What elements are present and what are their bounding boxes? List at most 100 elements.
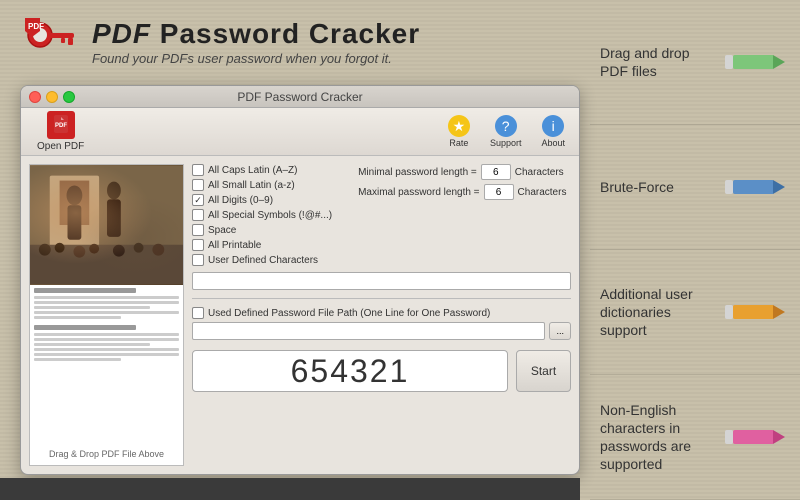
pdf-text-line	[34, 343, 150, 346]
support-label: Support	[490, 138, 522, 148]
pdf-text-line	[34, 325, 136, 330]
pdf-text-line	[34, 338, 179, 341]
feature-drag-drop-text: Drag and drop PDF files	[600, 44, 715, 80]
toolbar-right: ★ Rate ? Support i About	[442, 113, 571, 150]
feature-non-english: Non-English characters in passwords are …	[590, 375, 800, 500]
minimal-length-input[interactable]	[481, 164, 511, 180]
feature-dictionaries: Additional user dictionaries support	[590, 250, 800, 375]
features-panel: Drag and drop PDF files Brute-Force Addi…	[590, 0, 800, 500]
rate-icon: ★	[448, 115, 470, 137]
checkbox-all-special-box[interactable]	[192, 209, 204, 221]
checkbox-all-special[interactable]: All Special Symbols (!@#...)	[192, 209, 332, 221]
about-button[interactable]: i About	[535, 113, 571, 150]
window-titlebar: PDF Password Cracker	[21, 86, 579, 108]
main-window: PDF Password Cracker PDF Open PDF ★ Rate	[20, 85, 580, 475]
checkbox-all-caps-label: All Caps Latin (A–Z)	[208, 165, 297, 176]
open-pdf-label: Open PDF	[37, 141, 84, 152]
maximal-length-unit: Characters	[518, 187, 567, 198]
checkbox-user-defined[interactable]: User Defined Characters	[192, 254, 332, 266]
browse-button[interactable]: ...	[549, 322, 571, 340]
checkbox-space-label: Space	[208, 225, 236, 236]
pencil-blue-wrap	[725, 180, 785, 194]
checkbox-all-caps[interactable]: All Caps Latin (A–Z)	[192, 164, 332, 176]
divider	[192, 298, 571, 299]
checkbox-user-defined-label: User Defined Characters	[208, 255, 318, 266]
about-icon: i	[542, 115, 564, 137]
pdf-preview-content	[30, 165, 183, 447]
checkbox-all-small[interactable]: All Small Latin (a-z)	[192, 179, 332, 191]
window-maximize-button[interactable]	[63, 91, 75, 103]
rate-button[interactable]: ★ Rate	[442, 113, 476, 150]
checkbox-all-printable[interactable]: All Printable	[192, 239, 332, 251]
feature-brute-force: Brute-Force	[590, 125, 800, 250]
start-button[interactable]: Start	[516, 350, 571, 392]
checkbox-all-caps-box[interactable]	[192, 164, 204, 176]
minimal-length-label: Minimal password length =	[358, 167, 477, 178]
pdf-text-area	[30, 285, 183, 447]
content-area: Drag & Drop PDF File Above All Caps Lati…	[21, 156, 579, 474]
pdf-text-line	[34, 288, 136, 293]
minimal-length-unit: Characters	[515, 167, 564, 178]
title-pdf: PDF	[92, 18, 151, 49]
pdf-text-line	[34, 358, 121, 361]
pencil-pink-wrap	[725, 430, 785, 444]
checkbox-all-small-box[interactable]	[192, 179, 204, 191]
checkboxes-group: All Caps Latin (A–Z) All Small Latin (a-…	[192, 164, 332, 266]
maximal-length-input[interactable]	[484, 184, 514, 200]
window-close-button[interactable]	[29, 91, 41, 103]
pdf-preview-image	[30, 165, 183, 285]
file-path-checkbox-row[interactable]: Used Defined Password File Path (One Lin…	[192, 307, 571, 319]
pencil-pink-icon	[725, 430, 785, 444]
pencil-blue-icon	[725, 180, 785, 194]
support-icon: ?	[495, 115, 517, 137]
checkbox-all-digits-box[interactable]	[192, 194, 204, 206]
window-controls	[29, 91, 75, 103]
file-path-checkbox-box[interactable]	[192, 307, 204, 319]
open-pdf-button[interactable]: PDF Open PDF	[29, 107, 92, 156]
rate-label: Rate	[449, 138, 468, 148]
feature-dictionaries-text: Additional user dictionaries support	[600, 285, 715, 340]
checkbox-user-defined-box[interactable]	[192, 254, 204, 266]
svg-text:PDF: PDF	[55, 123, 67, 129]
file-path-input-row: ...	[192, 322, 571, 340]
window-title: PDF Password Cracker	[237, 90, 362, 104]
support-button[interactable]: ? Support	[484, 113, 528, 150]
file-path-input[interactable]	[192, 322, 545, 340]
minimal-length-item: Minimal password length = Characters	[358, 164, 566, 180]
pdf-drag-label: Drag & Drop PDF File Above	[47, 447, 166, 461]
pencil-green-wrap	[725, 55, 785, 69]
controls-panel: All Caps Latin (A–Z) All Small Latin (a-…	[192, 164, 571, 466]
pdf-text-line	[34, 333, 179, 336]
about-label: About	[541, 138, 565, 148]
pdf-preview-panel: Drag & Drop PDF File Above	[29, 164, 184, 466]
user-defined-chars-input[interactable]	[192, 272, 571, 290]
password-length-section: Minimal password length = Characters Max…	[348, 164, 566, 266]
pdf-text-line	[34, 353, 179, 356]
toolbar-left: PDF Open PDF	[29, 107, 92, 156]
checkbox-all-digits[interactable]: All Digits (0–9)	[192, 194, 332, 206]
window-minimize-button[interactable]	[46, 91, 58, 103]
pencil-green-icon	[725, 55, 785, 69]
pencil-orange-icon	[725, 305, 785, 319]
checkbox-all-special-label: All Special Symbols (!@#...)	[208, 210, 332, 221]
checkbox-all-printable-label: All Printable	[208, 240, 261, 251]
app-logo: PDF	[20, 13, 80, 73]
pencil-orange-wrap	[725, 305, 785, 319]
pdf-text-line	[34, 296, 179, 299]
feature-drag-drop: Drag and drop PDF files	[590, 0, 800, 125]
checkbox-all-printable-box[interactable]	[192, 239, 204, 251]
maximal-length-label: Maximal password length =	[358, 187, 479, 198]
pdf-text-line	[34, 301, 179, 304]
pdf-text-line	[34, 306, 150, 309]
checkbox-space-box[interactable]	[192, 224, 204, 236]
password-display: 654321	[192, 350, 508, 392]
checkbox-all-small-label: All Small Latin (a-z)	[208, 180, 295, 191]
checkbox-space[interactable]: Space	[192, 224, 332, 236]
password-display-row: 654321 Start	[192, 350, 571, 392]
file-path-checkbox-label: Used Defined Password File Path (One Lin…	[208, 308, 490, 319]
title-rest: Password Cracker	[160, 18, 420, 49]
toolbar: PDF Open PDF ★ Rate ? Support i About	[21, 108, 579, 156]
app-title-block: PDF Password Cracker Found your PDFs use…	[92, 19, 420, 67]
feature-non-english-text: Non-English characters in passwords are …	[600, 401, 715, 474]
pdf-text-line	[34, 348, 179, 351]
